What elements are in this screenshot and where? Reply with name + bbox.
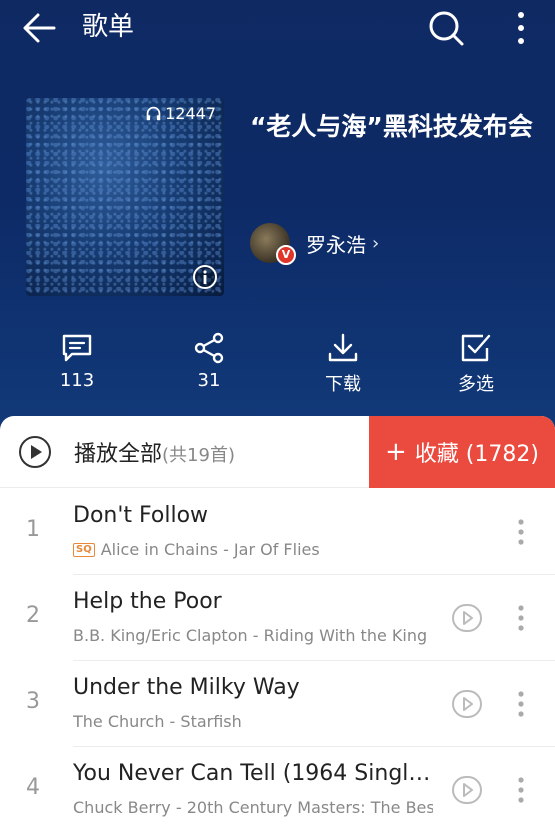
song-more-icon[interactable] <box>514 603 528 633</box>
sq-badge: SQ <box>73 542 95 557</box>
verified-badge: V <box>276 245 296 265</box>
song-subtitle: SQ Alice in Chains - Jar Of Flies <box>73 540 433 559</box>
action-bar: 113 31 下载 多选 <box>0 332 555 402</box>
creator-link[interactable]: V 罗永浩 › <box>250 222 380 265</box>
download-icon <box>328 333 358 362</box>
creator-name: 罗永浩 <box>306 232 366 257</box>
search-button[interactable] <box>426 8 466 48</box>
song-title: Don't Follow <box>73 503 209 528</box>
play-all-row[interactable]: 播放全部(共19首) + 收藏 (1782) <box>0 416 555 488</box>
song-title: You Never Can Tell (1964 Single Version) <box>73 761 433 786</box>
play-all-label[interactable]: 播放全部(共19首) <box>74 436 235 468</box>
info-icon <box>193 265 217 289</box>
comment-button[interactable]: 113 <box>32 332 122 391</box>
top-bar: 歌单 <box>0 0 555 56</box>
song-subtitle: The Church - Starfish <box>73 712 242 731</box>
download-label: 下载 <box>325 374 361 395</box>
song-subtitle: B.B. King/Eric Clapton - Riding With the… <box>73 626 428 645</box>
multiselect-label: 多选 <box>458 374 494 395</box>
back-button[interactable] <box>20 8 60 48</box>
play-count: 12447 <box>145 104 216 123</box>
avatar: V <box>250 223 296 265</box>
multiselect-button[interactable]: 多选 <box>431 332 521 396</box>
song-artist-album: Alice in Chains - Jar Of Flies <box>100 540 320 559</box>
download-button[interactable]: 下载 <box>298 332 388 396</box>
multiselect-icon <box>461 334 491 362</box>
headphones-icon <box>146 106 161 121</box>
playlist-title: “老人与海”黑科技发布会 <box>250 112 533 141</box>
song-count: (共19首) <box>162 445 235 466</box>
comment-count: 113 <box>59 370 95 391</box>
song-index: 3 <box>26 689 40 714</box>
share-button[interactable]: 31 <box>164 332 254 391</box>
song-title: Under the Milky Way <box>73 675 300 700</box>
song-index: 2 <box>26 603 40 628</box>
mv-play-icon[interactable] <box>451 603 483 633</box>
cover-info-button[interactable] <box>192 264 218 290</box>
play-circle-icon[interactable] <box>18 435 52 469</box>
song-row[interactable]: 3 Under the Milky Way The Church - Starf… <box>0 661 555 747</box>
share-count: 31 <box>197 370 221 391</box>
song-row[interactable]: 4 You Never Can Tell (1964 Single Versio… <box>0 747 555 830</box>
song-more-icon[interactable] <box>514 689 528 719</box>
play-count-value: 12447 <box>165 104 216 123</box>
song-subtitle: Chuck Berry - 20th Century Masters: The … <box>73 798 433 817</box>
vertical-dots-icon <box>518 12 524 44</box>
song-index: 1 <box>26 517 40 542</box>
play-all-text: 播放全部 <box>74 442 163 467</box>
mv-play-icon[interactable] <box>451 775 483 805</box>
more-options-button[interactable] <box>506 8 536 48</box>
plus-icon: + <box>385 437 407 467</box>
playlist-header: 歌单 12447 “老人与海”黑科技发布会 V 罗永浩 › 113 31 下载 … <box>0 0 555 440</box>
page-title: 歌单 <box>82 12 135 42</box>
comment-icon <box>62 334 92 362</box>
song-more-icon[interactable] <box>514 775 528 805</box>
share-icon <box>194 332 224 364</box>
collect-button[interactable]: + 收藏 (1782) <box>369 416 555 488</box>
playlist-cover[interactable]: 12447 <box>26 98 224 296</box>
chevron-right-icon: › <box>372 232 380 254</box>
collect-label: 收藏 (1782) <box>414 442 539 467</box>
arrow-left-icon <box>23 13 56 43</box>
song-index: 4 <box>26 775 40 800</box>
song-list-sheet: 播放全部(共19首) + 收藏 (1782) 1 Don't Follow SQ… <box>0 416 555 830</box>
search-icon <box>429 11 464 46</box>
song-row[interactable]: 2 Help the Poor B.B. King/Eric Clapton -… <box>0 575 555 661</box>
song-title: Help the Poor <box>73 589 222 614</box>
song-row[interactable]: 1 Don't Follow SQ Alice in Chains - Jar … <box>0 489 555 575</box>
song-more-icon[interactable] <box>514 517 528 547</box>
mv-play-icon[interactable] <box>451 689 483 719</box>
